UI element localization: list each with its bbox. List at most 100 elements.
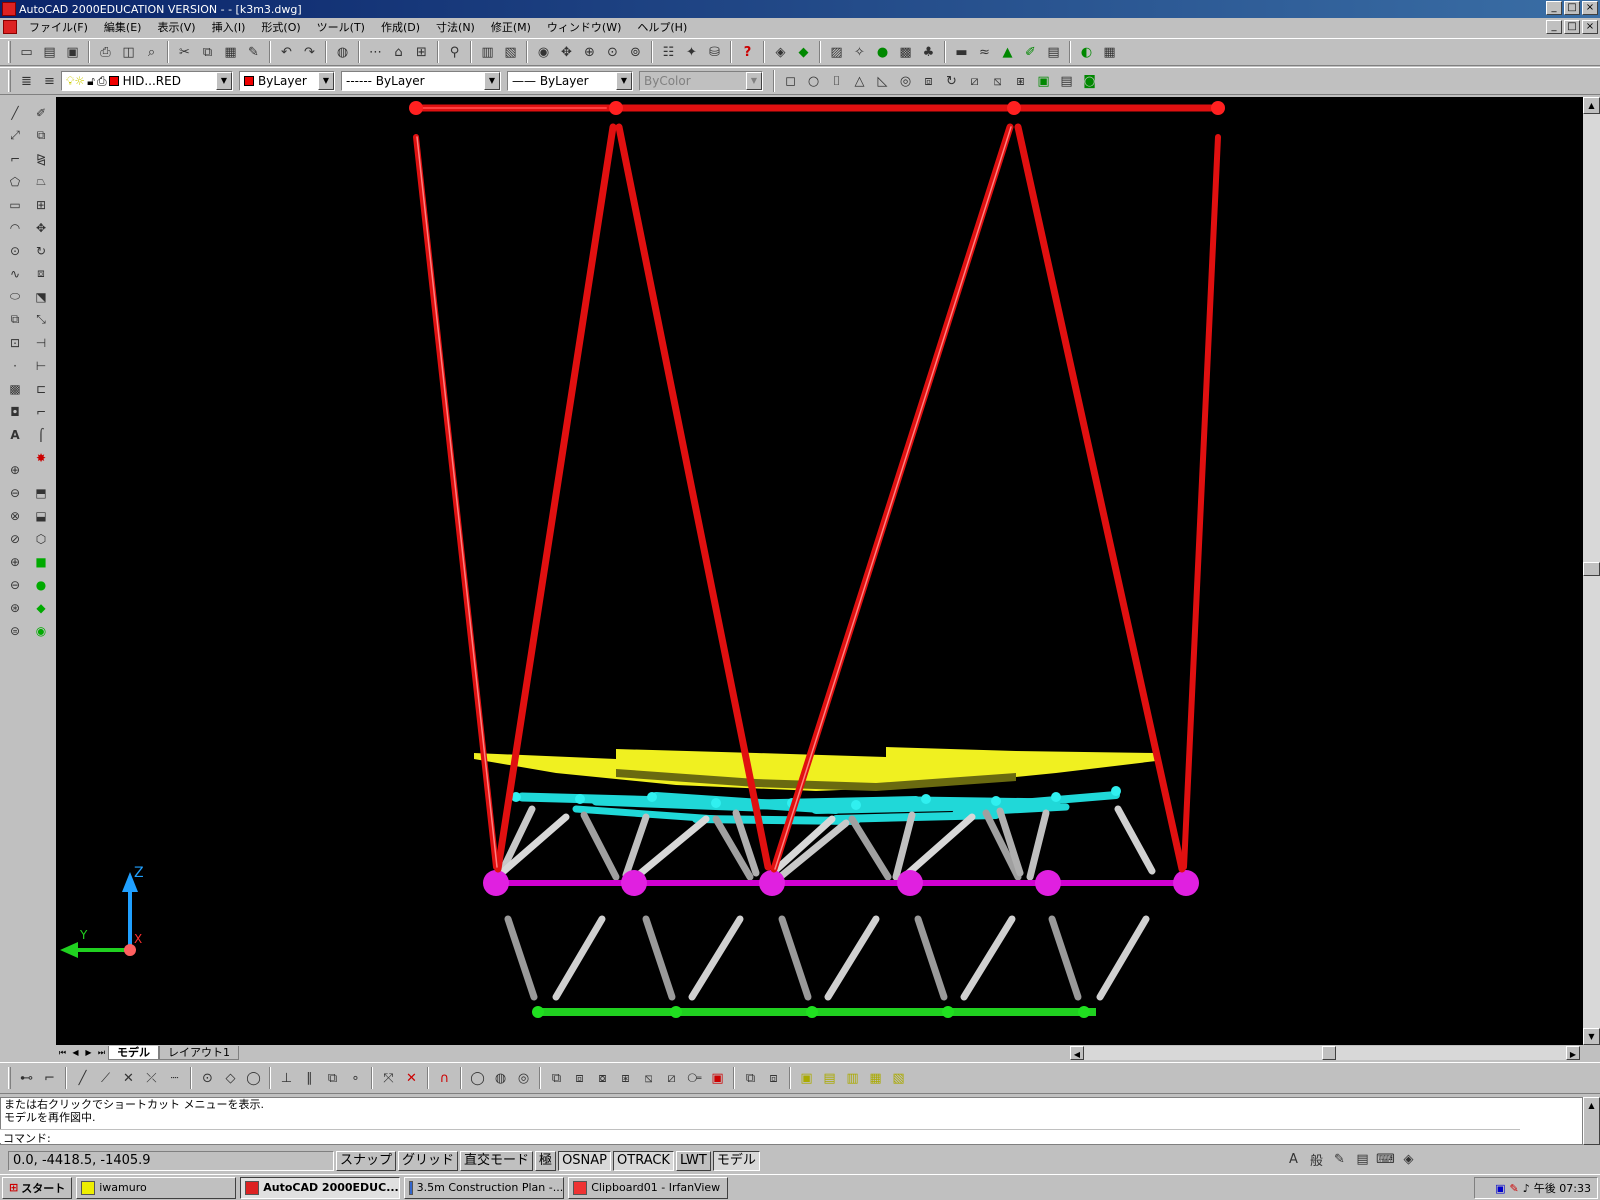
- snap-node-icon[interactable]: ∘: [344, 1067, 367, 1089]
- temporary-tracking-icon[interactable]: ⊷: [15, 1067, 38, 1089]
- construction-line-icon[interactable]: ⤢: [3, 124, 27, 147]
- landscape-new-icon[interactable]: ▲: [996, 41, 1019, 63]
- scroll-left-button[interactable]: ◀: [1070, 1046, 1084, 1060]
- chevron-down-icon[interactable]: ▼: [216, 72, 232, 90]
- lineweight-dropdown[interactable]: —— ByLayer ▼: [507, 71, 633, 91]
- subtract-icon[interactable]: ⧈: [568, 1067, 591, 1089]
- render-preferences-icon[interactable]: ◐: [1075, 41, 1098, 63]
- copy-object-icon[interactable]: ⧉: [29, 124, 53, 147]
- fog-icon[interactable]: ≈: [973, 41, 996, 63]
- scroll-thumb[interactable]: [1583, 562, 1600, 576]
- extend-icon[interactable]: ⊢: [29, 354, 53, 377]
- chevron-down-icon[interactable]: ▼: [484, 72, 500, 90]
- union-icon[interactable]: ⧉: [545, 1067, 568, 1089]
- chevron-down-icon[interactable]: ▼: [318, 72, 334, 90]
- menu-window[interactable]: ウィンドウ(W): [539, 19, 629, 35]
- snap-quadrant-icon[interactable]: ◇: [219, 1067, 242, 1089]
- snap-from-icon[interactable]: ⋯: [364, 41, 387, 63]
- coordinate-display[interactable]: 0.0, -4418.5, -1405.9: [8, 1151, 334, 1171]
- rectangle-icon[interactable]: ▭: [3, 193, 27, 216]
- snap-extension-icon[interactable]: ┈: [163, 1067, 186, 1089]
- scale-icon[interactable]: ⧈: [29, 262, 53, 285]
- cylinder-icon[interactable]: ⌷: [825, 70, 848, 92]
- properties-icon[interactable]: ☷: [657, 41, 680, 63]
- osnap-toggle[interactable]: OSNAP: [558, 1151, 612, 1171]
- ucs-icon[interactable]: ⊞: [410, 41, 433, 63]
- pan-icon[interactable]: ✥: [555, 41, 578, 63]
- ime-dictionary-icon[interactable]: ▤: [1351, 1148, 1374, 1170]
- arc-icon[interactable]: ◠: [3, 216, 27, 239]
- clock[interactable]: 午後 07:33: [1534, 1180, 1591, 1196]
- lights-icon[interactable]: ✧: [848, 41, 871, 63]
- tab-layout1[interactable]: レイアウト1: [159, 1045, 239, 1060]
- drawing-viewport[interactable]: Z Y X: [56, 97, 1583, 1045]
- maximize-button[interactable]: □: [1564, 1, 1580, 15]
- clean-icon[interactable]: ▤: [818, 1067, 841, 1089]
- taskbar-item-iwamuro[interactable]: iwamuro: [76, 1176, 237, 1199]
- scroll-right-button[interactable]: ▶: [1566, 1046, 1580, 1060]
- ime-pad-icon[interactable]: ⌨: [1374, 1148, 1397, 1170]
- snap-apparent-intersection-icon[interactable]: ⤫: [140, 1067, 163, 1089]
- multiline-text-icon[interactable]: A: [3, 423, 27, 446]
- snap-midpoint-icon[interactable]: ⟋: [94, 1067, 117, 1089]
- horizontal-scrollbar[interactable]: ◀ ▶: [1070, 1046, 1580, 1060]
- cone-icon[interactable]: △: [848, 70, 871, 92]
- ellipse-icon[interactable]: ⬭: [3, 285, 27, 308]
- move-faces-icon[interactable]: ⧅: [637, 1067, 660, 1089]
- ime-tools-icon[interactable]: ✎: [1328, 1148, 1351, 1170]
- tray-pen-icon[interactable]: ✎: [1510, 1182, 1519, 1195]
- mirror-icon[interactable]: ⧎: [29, 147, 53, 170]
- tab-model[interactable]: モデル: [108, 1045, 159, 1060]
- move-icon[interactable]: ✥: [29, 216, 53, 239]
- color-edges-icon[interactable]: ⧈: [762, 1067, 785, 1089]
- polar-toggle[interactable]: 極: [535, 1151, 557, 1171]
- landscape-icon[interactable]: ♣: [917, 41, 940, 63]
- insert-block-icon[interactable]: ⧉: [3, 308, 27, 331]
- section-icon[interactable]: ⧅: [986, 70, 1009, 92]
- view-iso-icon[interactable]: ⬡: [29, 527, 53, 550]
- globe-icon[interactable]: ◍: [331, 41, 354, 63]
- fillet-icon[interactable]: ⌠: [29, 423, 53, 446]
- start-button[interactable]: ⊞ スタート: [2, 1176, 73, 1199]
- spline-icon[interactable]: ∿: [3, 262, 27, 285]
- shade-3d-icon[interactable]: ◍: [489, 1067, 512, 1089]
- snap-parallel-icon[interactable]: ∥: [298, 1067, 321, 1089]
- taskbar-item-irfanview[interactable]: Clipboard01 - IrfanView: [568, 1176, 729, 1199]
- osnap-settings-icon[interactable]: ∩: [433, 1067, 456, 1089]
- explode-icon[interactable]: ✸: [29, 446, 53, 469]
- trim-icon[interactable]: ⊣: [29, 331, 53, 354]
- mapping-icon[interactable]: ▩: [894, 41, 917, 63]
- erase-icon[interactable]: ✐: [29, 101, 53, 124]
- named-views-icon[interactable]: ▥: [476, 41, 499, 63]
- scroll-down-button[interactable]: ▼: [1583, 1028, 1600, 1045]
- torus-icon[interactable]: ◎: [894, 70, 917, 92]
- otrack-toggle[interactable]: OTRACK: [613, 1151, 674, 1171]
- dbconnect-icon[interactable]: ⛁: [703, 41, 726, 63]
- snap-from-icon[interactable]: ⌐: [38, 1067, 61, 1089]
- line-icon[interactable]: ╱: [3, 101, 27, 124]
- ortho-toggle[interactable]: 直交モード: [460, 1151, 534, 1171]
- render-icon[interactable]: ◈: [769, 41, 792, 63]
- command-input[interactable]: コマンド:: [0, 1129, 1520, 1145]
- view-front-icon[interactable]: ⬓: [29, 504, 53, 527]
- snap-tangent-icon[interactable]: ◯: [242, 1067, 265, 1089]
- zoom-previous-icon[interactable]: ⊚: [624, 41, 647, 63]
- materials-icon[interactable]: ●: [871, 41, 894, 63]
- layer-previous-icon[interactable]: ≡: [38, 70, 61, 92]
- snap-perpendicular-icon[interactable]: ⊥: [275, 1067, 298, 1089]
- save-icon[interactable]: ▣: [61, 41, 84, 63]
- zoom-realtime-icon[interactable]: ⊕: [578, 41, 601, 63]
- landscape-edit-icon[interactable]: ✐: [1019, 41, 1042, 63]
- zoom-in-icon[interactable]: ⊕: [3, 550, 27, 573]
- circle-icon[interactable]: ⊙: [3, 239, 27, 262]
- snap-endpoint-icon[interactable]: ╱: [71, 1067, 94, 1089]
- taskbar-item-autocad[interactable]: AutoCAD 2000EDUC...: [240, 1176, 401, 1199]
- zoom-dynamic-icon[interactable]: ⊖: [3, 481, 27, 504]
- sphere-icon[interactable]: ○: [802, 70, 825, 92]
- setup-view-icon[interactable]: ▤: [1055, 70, 1078, 92]
- toolbar-grip[interactable]: [8, 70, 11, 92]
- menu-draw[interactable]: 作成(D): [373, 19, 428, 35]
- last-tab-button[interactable]: ⏭: [95, 1046, 108, 1059]
- 3d-orbit-icon[interactable]: ◉: [532, 41, 555, 63]
- find-icon[interactable]: ⌕: [140, 41, 163, 63]
